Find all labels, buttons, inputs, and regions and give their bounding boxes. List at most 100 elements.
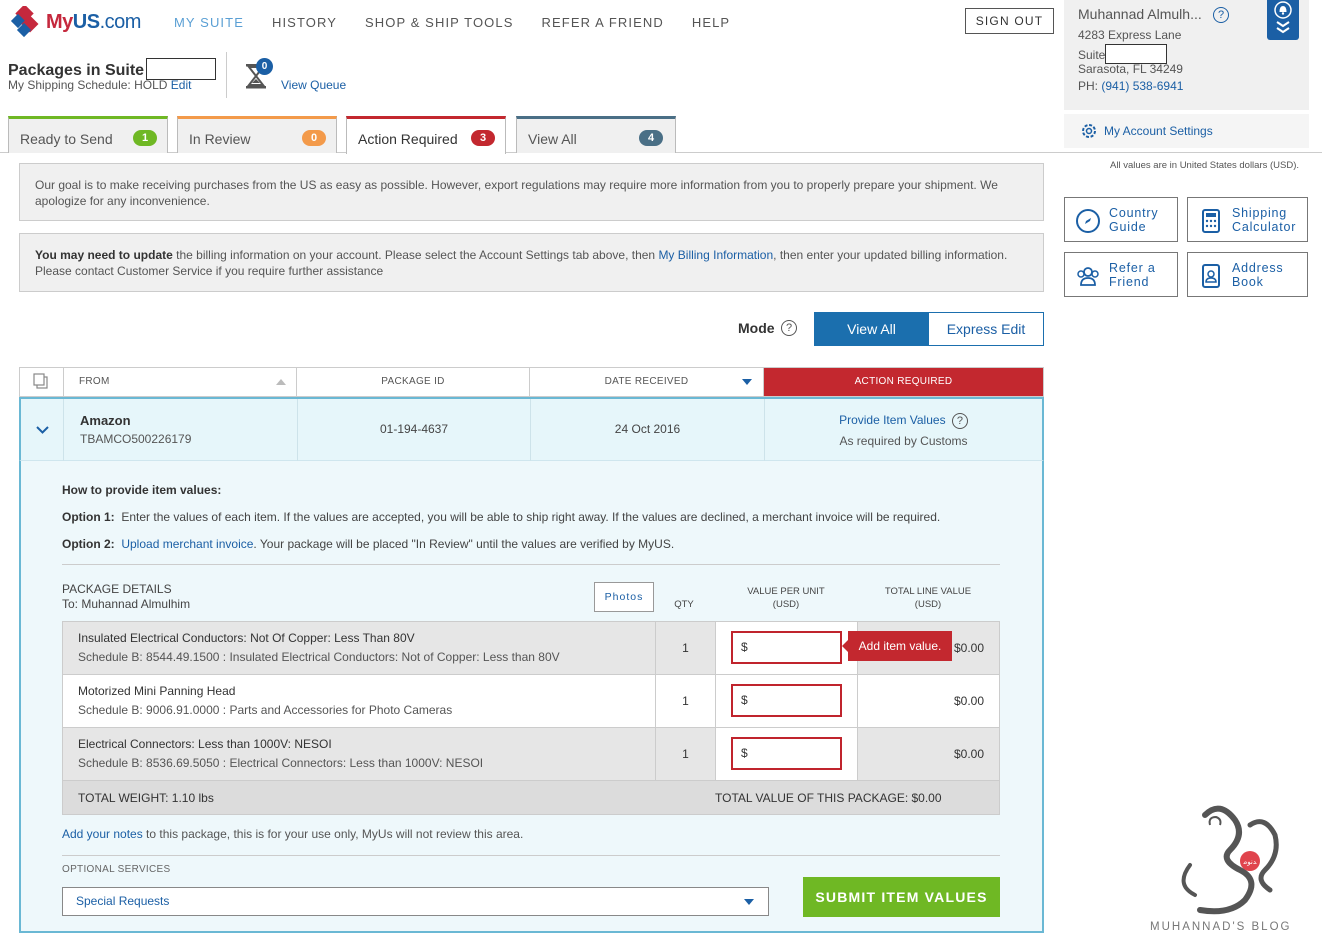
divider	[62, 855, 1000, 856]
city-line: Sarasota, FL 34249	[1078, 62, 1183, 76]
select-value: Special Requests	[76, 894, 170, 908]
item-schedule: Schedule B: 9006.91.0000 : Parts and Acc…	[78, 703, 453, 717]
howto-title: How to provide item values:	[62, 483, 222, 497]
item-value-input[interactable]: $	[731, 737, 842, 770]
account-settings-label: My Account Settings	[1104, 124, 1213, 138]
help-icon[interactable]: ?	[951, 413, 968, 429]
shipping-calculator-button[interactable]: Shipping Calculator	[1187, 197, 1308, 242]
gear-icon	[1082, 124, 1096, 138]
queue-count-badge: 0	[256, 58, 273, 75]
page-title: Packages in Suite	[8, 58, 217, 80]
total-value: TOTAL VALUE OF THIS PACKAGE: $0.00	[715, 791, 942, 805]
item-total: $0.00	[953, 747, 984, 761]
package-id-cell: 01-194-4637	[298, 399, 531, 461]
edit-schedule-link[interactable]: Edit	[171, 78, 192, 92]
chevron-down-icon	[744, 899, 754, 905]
help-icon[interactable]: ?	[1213, 7, 1229, 23]
shipping-calculator-label: Shipping Calculator	[1232, 206, 1297, 234]
header-action-required[interactable]: ACTION REQUIRED	[764, 368, 1043, 396]
billing-info-link[interactable]: My Billing Information	[658, 248, 773, 262]
select-all-column[interactable]	[20, 368, 64, 396]
copy-icon	[33, 373, 48, 389]
view-queue-link[interactable]: View Queue	[281, 78, 346, 92]
submit-item-values-button[interactable]: SUBMIT ITEM VALUES	[803, 877, 1000, 917]
item-name: Electrical Connectors: Less than 1000V: …	[78, 737, 332, 751]
tab-in-review[interactable]: In Review 0	[177, 116, 337, 153]
address-book-label: Address Book	[1232, 261, 1284, 289]
account-settings-link[interactable]: My Account Settings	[1064, 114, 1309, 148]
add-notes-link[interactable]: Add your notes	[62, 827, 143, 841]
tab-action-required[interactable]: Action Required 3	[346, 116, 506, 154]
packages-table-header: FROM PACKAGE ID DATE RECEIVED ACTION REQ…	[19, 367, 1044, 397]
item-value-cell: $	[716, 728, 858, 780]
phone-link[interactable]: (941) 538-6941	[1101, 79, 1183, 93]
item-value-cell: $	[716, 675, 858, 727]
nav-help[interactable]: HELP	[692, 15, 730, 30]
tracking-number: TBAMCO500226179	[80, 432, 192, 446]
sort-desc-icon	[742, 379, 752, 385]
suite-redacted	[1105, 44, 1168, 64]
item-value-input[interactable]: $	[731, 684, 842, 717]
package-row[interactable]: Amazon TBAMCO500226179 01-194-4637 24 Oc…	[19, 397, 1044, 461]
header-from[interactable]: FROM	[64, 368, 297, 396]
from-cell: Amazon TBAMCO500226179	[64, 399, 298, 461]
totals-row: TOTAL WEIGHT: 1.10 lbs TOTAL VALUE OF TH…	[63, 781, 999, 814]
phone-line: PH: (941) 538-6941	[1078, 79, 1184, 93]
sign-out-button[interactable]: SIGN OUT	[965, 8, 1054, 34]
sort-asc-icon	[276, 379, 286, 385]
item-qty: 1	[655, 622, 716, 674]
column-total-line-value: TOTAL LINE VALUE (USD)	[884, 586, 972, 610]
nav-shop-ship-tools[interactable]: SHOP & SHIP TOOLS	[365, 15, 514, 30]
item-value-input[interactable]: $	[731, 631, 842, 664]
billing-notice-text: the billing information on your account.…	[172, 248, 659, 262]
notes-line: Add your notes to this package, this is …	[62, 827, 524, 841]
main-nav: MY SUITE HISTORY SHOP & SHIP TOOLS REFER…	[174, 15, 758, 30]
logo-mark-icon	[10, 6, 39, 38]
option-1: Option 1: Enter the values of each item.…	[62, 510, 941, 524]
nav-history[interactable]: HISTORY	[272, 15, 337, 30]
action-subtext: As required by Customs	[839, 434, 968, 448]
mode-express-edit-button[interactable]: Express Edit	[928, 312, 1044, 346]
header-date-received[interactable]: DATE RECEIVED	[530, 368, 764, 396]
country-guide-button[interactable]: Country Guide	[1064, 197, 1178, 242]
billing-notice: You may need to update the billing infor…	[19, 233, 1044, 292]
notifications-button[interactable]	[1267, 0, 1299, 40]
mode-view-all-button[interactable]: View All	[814, 312, 929, 346]
provide-item-values-link[interactable]: Provide Item Values	[839, 413, 946, 427]
header-package-id[interactable]: PACKAGE ID	[297, 368, 530, 396]
special-requests-select[interactable]: Special Requests	[62, 887, 769, 916]
goal-notice-text: Our goal is to make receiving purchases …	[35, 178, 998, 208]
tab-label: Action Required	[358, 131, 458, 147]
column-qty: QTY	[674, 599, 694, 610]
item-schedule: Schedule B: 8544.49.1500 : Insulated Ele…	[78, 650, 560, 664]
header-date-label: DATE RECEIVED	[604, 376, 689, 387]
svg-text:ﺪﻧﻮﻣ: ﺪﻧﻮﻣ	[1243, 858, 1257, 866]
tab-count-badge: 0	[302, 130, 326, 146]
chevron-down-icon	[36, 426, 49, 434]
people-icon	[1077, 267, 1099, 286]
refer-friend-label: Refer a Friend	[1109, 261, 1156, 289]
suite-number-redacted	[146, 58, 217, 80]
refer-friend-button[interactable]: Refer a Friend	[1064, 252, 1178, 297]
tab-view-all[interactable]: View All 4	[516, 116, 676, 153]
nav-my-suite[interactable]: MY SUITE	[174, 15, 244, 30]
upload-invoice-link[interactable]: Upload merchant invoice	[121, 537, 253, 551]
item-total: $0.00	[953, 641, 984, 655]
address-book-button[interactable]: Address Book	[1187, 252, 1308, 297]
item-row: Motorized Mini Panning Head Schedule B: …	[63, 675, 999, 728]
tab-ready-to-send[interactable]: Ready to Send 1	[8, 116, 168, 153]
mode-help-icon[interactable]: ?	[781, 320, 797, 336]
item-qty: 1	[655, 675, 716, 727]
myus-logo[interactable]: MyUS.com	[10, 6, 141, 38]
package-details-title: PACKAGE DETAILS	[62, 582, 172, 596]
tab-label: Ready to Send	[20, 131, 113, 147]
expand-toggle[interactable]	[21, 399, 64, 461]
nav-refer-friend[interactable]: REFER A FRIEND	[542, 15, 664, 30]
item-total: $0.00	[953, 694, 984, 708]
optional-services-label: OPTIONAL SERVICES	[62, 864, 171, 875]
divider	[62, 564, 1000, 565]
billing-notice-bold: You may need to update	[35, 248, 173, 262]
compass-icon	[1076, 209, 1100, 233]
photos-button[interactable]: Photos	[594, 582, 654, 612]
header-from-label: FROM	[79, 376, 110, 387]
